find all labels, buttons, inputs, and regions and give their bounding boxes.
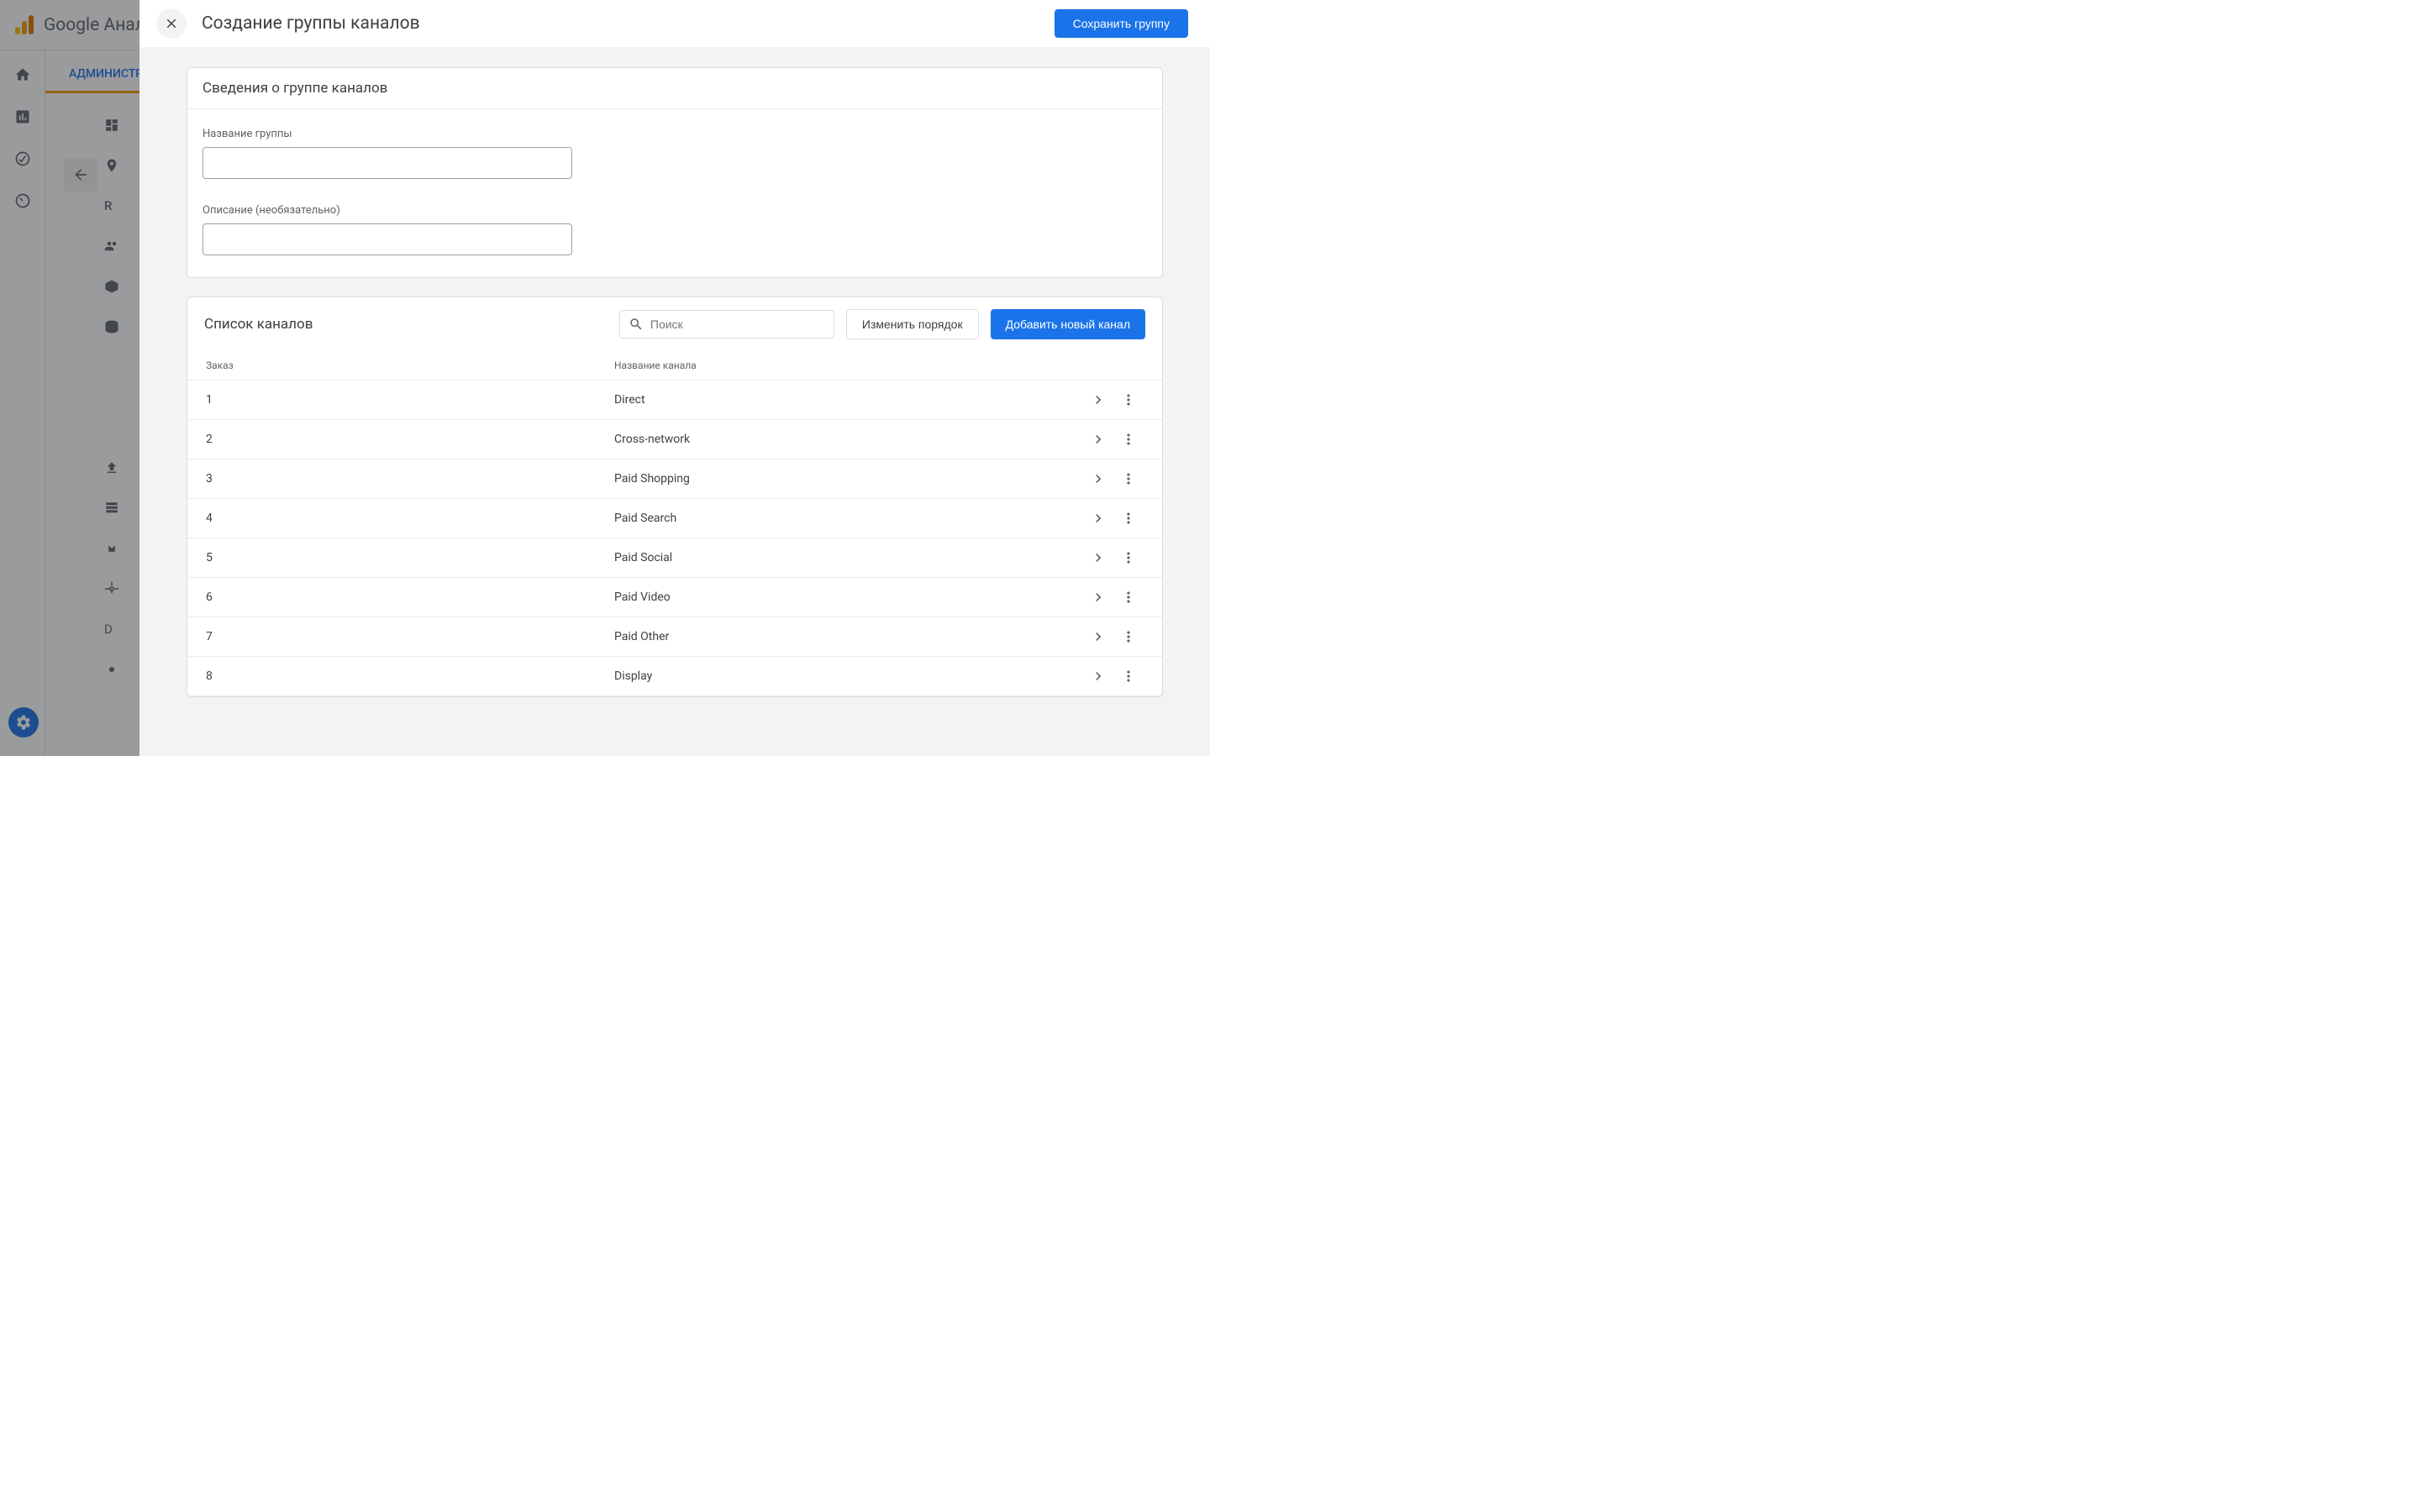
column-order: Заказ — [206, 360, 614, 371]
channel-row[interactable]: 2 Cross-network — [187, 420, 1162, 459]
channel-order: 3 — [206, 472, 614, 486]
expand-channel-button[interactable] — [1083, 549, 1113, 566]
chevron-right-icon — [1090, 431, 1107, 448]
more-vert-icon — [1120, 391, 1137, 408]
channel-order: 1 — [206, 393, 614, 407]
expand-channel-button[interactable] — [1083, 431, 1113, 448]
channel-row[interactable]: 3 Paid Shopping — [187, 459, 1162, 499]
group-name-input[interactable] — [203, 147, 572, 179]
modal-body[interactable]: Сведения о группе каналов Название групп… — [139, 47, 1210, 756]
channel-list-header: Список каналов Изменить порядок Добавить… — [187, 297, 1162, 351]
channel-list-heading: Список каналов — [204, 316, 608, 333]
channel-row[interactable]: 1 Direct — [187, 381, 1162, 420]
channel-order: 6 — [206, 591, 614, 604]
channel-row[interactable]: 5 Paid Social — [187, 538, 1162, 578]
channel-rows-container: 1 Direct 2 Cross-network 3 Paid Shopping… — [187, 381, 1162, 696]
modal-title: Создание группы каналов — [202, 13, 1039, 34]
channel-search-input[interactable] — [650, 318, 825, 331]
channel-order: 4 — [206, 512, 614, 525]
channel-row[interactable]: 4 Paid Search — [187, 499, 1162, 538]
channel-name: Display — [614, 669, 1083, 683]
expand-channel-button[interactable] — [1083, 668, 1113, 685]
expand-channel-button[interactable] — [1083, 510, 1113, 527]
expand-channel-button[interactable] — [1083, 628, 1113, 645]
channel-name: Paid Search — [614, 512, 1083, 525]
chevron-right-icon — [1090, 668, 1107, 685]
more-vert-icon — [1120, 431, 1137, 448]
chevron-right-icon — [1090, 589, 1107, 606]
channel-name: Paid Shopping — [614, 472, 1083, 486]
channel-more-menu[interactable] — [1113, 668, 1144, 685]
more-vert-icon — [1120, 510, 1137, 527]
channel-order: 2 — [206, 433, 614, 446]
channel-group-details-card: Сведения о группе каналов Название групп… — [187, 67, 1163, 278]
channel-table-head: Заказ Название канала — [187, 351, 1162, 381]
channel-name: Paid Social — [614, 551, 1083, 564]
channel-order: 7 — [206, 630, 614, 643]
chevron-right-icon — [1090, 510, 1107, 527]
channel-order: 8 — [206, 669, 614, 683]
channel-row[interactable]: 8 Display — [187, 657, 1162, 696]
channel-more-menu[interactable] — [1113, 470, 1144, 487]
more-vert-icon — [1120, 628, 1137, 645]
channel-row[interactable]: 7 Paid Other — [187, 617, 1162, 657]
channel-row[interactable]: 6 Paid Video — [187, 578, 1162, 617]
details-heading: Сведения о группе каналов — [187, 68, 1162, 109]
chevron-right-icon — [1090, 470, 1107, 487]
channel-more-menu[interactable] — [1113, 391, 1144, 408]
channel-name: Cross-network — [614, 433, 1083, 446]
more-vert-icon — [1120, 589, 1137, 606]
channel-more-menu[interactable] — [1113, 549, 1144, 566]
channel-more-menu[interactable] — [1113, 510, 1144, 527]
create-channel-group-modal: Создание группы каналов Сохранить группу… — [139, 0, 1210, 756]
channel-more-menu[interactable] — [1113, 431, 1144, 448]
group-description-input[interactable] — [203, 223, 572, 255]
chevron-right-icon — [1090, 549, 1107, 566]
group-description-label: Описание (необязательно) — [203, 204, 1147, 217]
chevron-right-icon — [1090, 391, 1107, 408]
search-icon — [629, 317, 644, 332]
chevron-right-icon — [1090, 628, 1107, 645]
channel-name: Paid Video — [614, 591, 1083, 604]
modal-header: Создание группы каналов Сохранить группу — [139, 0, 1210, 47]
channel-search-box[interactable] — [619, 310, 834, 339]
channel-name: Direct — [614, 393, 1083, 407]
more-vert-icon — [1120, 668, 1137, 685]
channel-more-menu[interactable] — [1113, 628, 1144, 645]
save-group-button[interactable]: Сохранить группу — [1055, 9, 1188, 38]
channel-list-card: Список каналов Изменить порядок Добавить… — [187, 297, 1163, 697]
expand-channel-button[interactable] — [1083, 470, 1113, 487]
add-channel-button[interactable]: Добавить новый канал — [991, 309, 1145, 339]
column-name: Название канала — [614, 360, 1144, 371]
channel-name: Paid Other — [614, 630, 1083, 643]
reorder-button[interactable]: Изменить порядок — [846, 309, 979, 339]
close-icon — [164, 16, 179, 31]
channel-more-menu[interactable] — [1113, 589, 1144, 606]
expand-channel-button[interactable] — [1083, 589, 1113, 606]
channel-order: 5 — [206, 551, 614, 564]
group-name-label: Название группы — [203, 128, 1147, 140]
more-vert-icon — [1120, 549, 1137, 566]
expand-channel-button[interactable] — [1083, 391, 1113, 408]
more-vert-icon — [1120, 470, 1137, 487]
close-button[interactable] — [156, 8, 187, 39]
